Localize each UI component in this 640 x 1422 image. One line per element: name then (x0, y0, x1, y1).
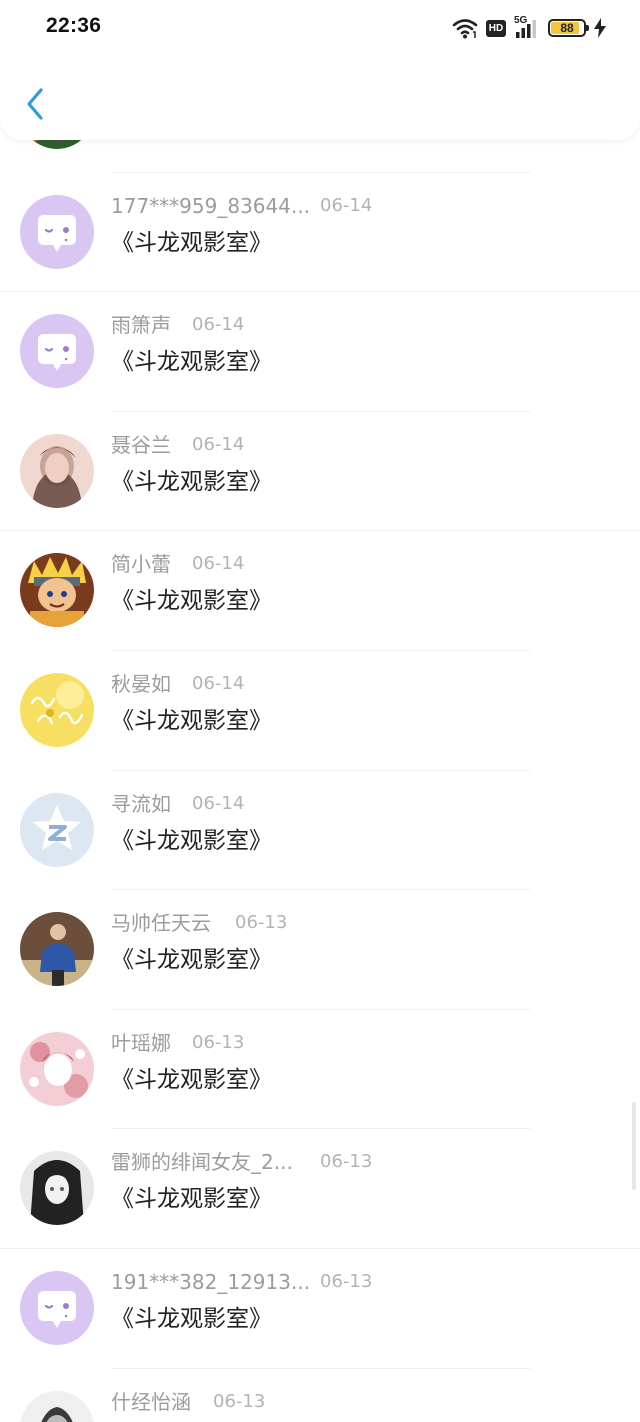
row-divider (111, 411, 530, 412)
item-title: 《斗龙观影室》 (111, 349, 272, 375)
avatar[interactable] (20, 1151, 94, 1225)
item-title: 《斗龙观影室》 (111, 588, 272, 614)
row-divider (0, 291, 640, 292)
post-date: 06-13 (320, 1151, 373, 1172)
user-name: 177***959_83644... (111, 194, 311, 218)
charging-icon (594, 18, 606, 38)
list-item[interactable]: 什经怡涵 06-13 (0, 1368, 640, 1422)
user-name: 简小蕾 (111, 552, 171, 576)
avatar-image (20, 1391, 94, 1422)
row-divider (111, 650, 530, 651)
avatar[interactable] (20, 553, 94, 627)
post-date: 06-14 (192, 793, 245, 814)
user-name: 聂谷兰 (111, 433, 171, 457)
avatar-image (20, 314, 94, 388)
list-item[interactable]: 191***382_12913... 06-13 《斗龙观影室》 (0, 1248, 640, 1368)
row-divider (111, 1128, 530, 1129)
user-name: 秋晏如 (111, 672, 171, 696)
item-title: 《斗龙观影室》 (111, 1306, 272, 1332)
avatar[interactable] (20, 793, 94, 867)
post-date: 06-14 (320, 195, 373, 216)
user-name: 雷狮的绯闻女友_2... (111, 1150, 293, 1174)
item-title: 《斗龙观影室》 (111, 708, 272, 734)
user-name: 191***382_12913... (111, 1270, 311, 1294)
item-title: 《斗龙观影室》 (111, 947, 272, 973)
list-item[interactable]: 雨箫声 06-14 《斗龙观影室》 (0, 291, 640, 411)
screen: 177***959_83644... 06-14 《斗龙观影室》 雨箫声 06-14 《… (0, 0, 640, 1422)
row-divider (111, 172, 530, 173)
post-date: 06-14 (192, 314, 245, 335)
post-date: 06-14 (192, 434, 245, 455)
avatar-image (20, 1032, 94, 1106)
post-date: 06-13 (320, 1271, 373, 1292)
avatar-image (20, 912, 94, 986)
top-bar: 22:36 HD 5G 88 (0, 0, 640, 140)
item-title: 《斗龙观影室》 (111, 469, 272, 495)
battery-cap (586, 25, 589, 31)
post-date: 06-13 (213, 1391, 266, 1412)
post-date: 06-13 (192, 1032, 245, 1053)
row-divider (111, 1368, 530, 1369)
status-time: 22:36 (46, 14, 102, 37)
battery-icon: 88 (548, 19, 589, 37)
list-item[interactable]: 秋晏如 06-14 《斗龙观影室》 (0, 650, 640, 770)
item-title: 《斗龙观影室》 (111, 1067, 272, 1093)
item-title: 《斗龙观影室》 (111, 828, 272, 854)
signal-5g-icon: 5G (514, 15, 540, 39)
avatar[interactable] (20, 434, 94, 508)
list-item[interactable]: 简小蕾 06-14 《斗龙观影室》 (0, 530, 640, 650)
list-item[interactable]: 马帅任天云 06-13 《斗龙观影室》 (0, 889, 640, 1009)
row-divider (0, 1248, 640, 1249)
avatar[interactable] (20, 1391, 94, 1422)
row-divider (111, 770, 530, 771)
back-button[interactable] (18, 82, 52, 126)
battery-level: 88 (560, 21, 574, 35)
avatar-image (20, 434, 94, 508)
list-item[interactable]: 聂谷兰 06-14 《斗龙观影室》 (0, 411, 640, 531)
row-divider (0, 530, 640, 531)
scrollbar-thumb[interactable] (632, 1102, 636, 1190)
avatar[interactable] (20, 195, 94, 269)
chevron-left-icon (27, 88, 43, 120)
post-date: 06-14 (192, 673, 245, 694)
wifi-icon (452, 19, 478, 39)
status-icons: HD 5G 88 (452, 14, 606, 42)
list-item[interactable]: 寻流如 06-14 《斗龙观影室》 (0, 770, 640, 890)
item-title: 《斗龙观影室》 (111, 1186, 272, 1212)
user-name: 马帅任天云 (111, 911, 211, 935)
avatar-image (20, 1151, 94, 1225)
hd-icon: HD (486, 19, 506, 37)
avatar[interactable] (20, 673, 94, 747)
post-date: 06-13 (235, 912, 288, 933)
row-divider (111, 1009, 530, 1010)
item-title: 《斗龙观影室》 (111, 230, 272, 256)
avatar[interactable] (20, 1271, 94, 1345)
avatar-image (20, 553, 94, 627)
list-item[interactable]: 叶瑶娜 06-13 《斗龙观影室》 (0, 1009, 640, 1129)
user-name: 叶瑶娜 (111, 1031, 171, 1055)
post-date: 06-14 (192, 553, 245, 574)
list-item[interactable]: 雷狮的绯闻女友_2... 06-13 《斗龙观影室》 (0, 1128, 640, 1248)
avatar[interactable] (20, 314, 94, 388)
avatar-image (20, 793, 94, 867)
avatar-image (20, 673, 94, 747)
row-divider (111, 889, 530, 890)
list-item[interactable]: 177***959_83644... 06-14 《斗龙观影室》 (0, 172, 640, 292)
avatar[interactable] (20, 1032, 94, 1106)
avatar[interactable] (20, 912, 94, 986)
user-name: 什经怡涵 (111, 1390, 191, 1414)
user-name: 寻流如 (111, 792, 171, 816)
avatar-image (20, 195, 94, 269)
avatar-image (20, 1271, 94, 1345)
user-name: 雨箫声 (111, 313, 171, 337)
